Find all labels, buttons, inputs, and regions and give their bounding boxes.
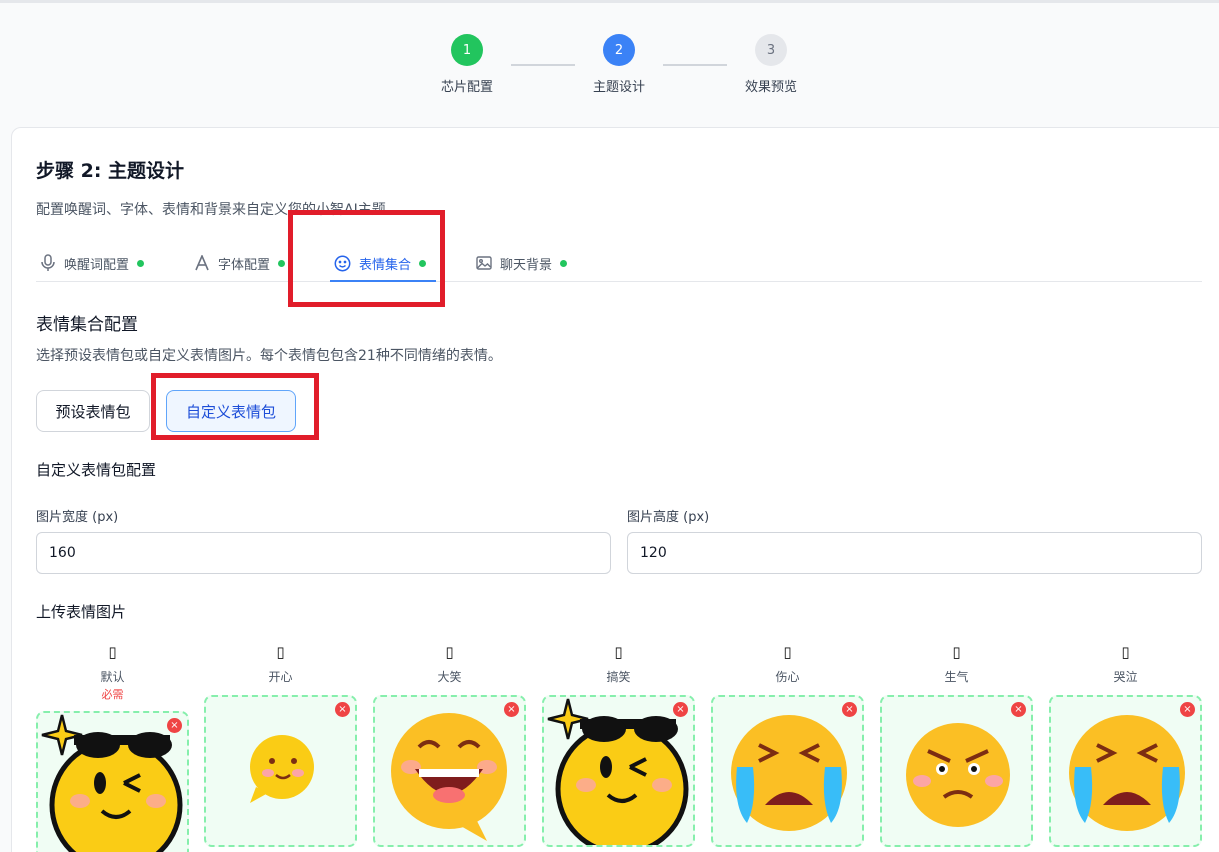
emotion-label: 默认 (100, 670, 125, 684)
custom-config-title: 自定义表情包配置 (36, 461, 157, 479)
emotion-angry: ▯ 生气 (880, 642, 1033, 685)
step-label: 主题设计 (592, 80, 645, 95)
step-number: 2 (603, 34, 635, 66)
emoji-upload-slot-laugh[interactable]: × (373, 695, 526, 847)
emotion-cry: ▯ 哭泣 (1049, 642, 1202, 685)
active-tab-indicator (330, 280, 436, 282)
emotion-glyph: ▯ (614, 643, 623, 661)
delete-image-button[interactable]: × (167, 718, 182, 733)
emoji-upload-slot-happy[interactable]: × (204, 695, 357, 847)
theme-tabs: 唤醒词配置 字体配置 表情集合 聊天背景 (36, 244, 1202, 282)
complete-status-dot (137, 259, 145, 267)
delete-image-button[interactable]: × (842, 702, 857, 717)
emotion-sad: ▯ 伤心 (711, 642, 864, 685)
page-subtitle: 配置唤醒词、字体、表情和背景来自定义您的小智AI主题 (36, 202, 386, 218)
emotion-label: 伤心 (775, 670, 800, 684)
emotion-glyph: ▯ (108, 643, 117, 661)
delete-image-button[interactable]: × (335, 702, 350, 717)
tab-wake-word[interactable]: 唤醒词配置 (40, 244, 145, 282)
emotion-label: 哭泣 (1113, 670, 1138, 684)
step-label: 效果预览 (744, 80, 797, 95)
emotion-glyph: ▯ (783, 643, 792, 661)
laughing-emoji-image (391, 713, 507, 841)
complete-status-dot (278, 259, 286, 267)
progress-stepper: 1 芯片配置 2 主题设计 3 效果预览 (0, 34, 1219, 104)
custom-emoji-pack-button[interactable]: 自定义表情包 (166, 390, 296, 432)
step-connector (663, 64, 727, 66)
tab-chat-background[interactable]: 聊天背景 (476, 244, 568, 282)
font-icon (195, 255, 209, 271)
emotion-label: 大笑 (437, 670, 462, 684)
image-height-input[interactable] (627, 532, 1202, 574)
emotion-glyph: ▯ (1121, 643, 1130, 661)
small-happy-emoji-image (250, 735, 314, 803)
emotion-glyph: ▯ (445, 643, 454, 661)
emoji-upload-slot-angry[interactable]: × (880, 695, 1033, 847)
cool-wink-emoji-image (547, 698, 689, 845)
delete-image-button[interactable]: × (1011, 702, 1026, 717)
preset-emoji-pack-button[interactable]: 预设表情包 (36, 390, 150, 432)
page-title: 步骤 2: 主题设计 (36, 160, 185, 182)
tab-emoji-set[interactable]: 表情集合 (334, 244, 427, 282)
step-number: 3 (755, 34, 787, 66)
delete-image-button[interactable]: × (504, 702, 519, 717)
smiley-icon (334, 255, 351, 271)
emotion-laugh: ▯ 大笑 (373, 642, 526, 685)
emotion-funny: ▯ 搞笑 (542, 642, 695, 685)
required-marker: 必需 (101, 688, 124, 701)
image-width-label: 图片宽度 (px) (36, 510, 119, 525)
angry-emoji-image (906, 723, 1010, 827)
microphone-icon (41, 254, 55, 271)
step-connector (511, 64, 575, 66)
step-chip-config[interactable]: 1 芯片配置 (422, 34, 512, 95)
emoji-upload-slot-sad[interactable]: × (711, 695, 864, 847)
section-description: 选择预设表情包或自定义表情图片。每个表情包包含21种不同情绪的表情。 (36, 348, 502, 364)
complete-status-dot (419, 259, 427, 267)
tab-label: 唤醒词配置 (64, 257, 130, 273)
emotion-label: 生气 (944, 670, 969, 684)
emotion-label: 开心 (268, 670, 293, 684)
emotion-default: ▯ 默认 必需 (36, 642, 189, 702)
delete-image-button[interactable]: × (1180, 702, 1195, 717)
emotion-label: 搞笑 (606, 670, 631, 684)
emoji-upload-slot-default[interactable]: × (36, 711, 189, 852)
section-title: 表情集合配置 (36, 315, 138, 335)
upload-section-title: 上传表情图片 (36, 603, 127, 621)
tab-label: 字体配置 (218, 257, 271, 273)
image-width-input[interactable] (36, 532, 611, 574)
tab-label: 表情集合 (359, 257, 412, 273)
tab-font[interactable]: 字体配置 (194, 244, 286, 282)
emotion-glyph: ▯ (952, 643, 961, 661)
emotion-glyph: ▯ (276, 643, 285, 661)
image-height-label: 图片高度 (px) (627, 510, 710, 525)
step-label: 芯片配置 (440, 80, 493, 95)
emoji-upload-slot-funny[interactable]: × (542, 695, 695, 847)
complete-status-dot (560, 259, 568, 267)
emoji-upload-slot-cry[interactable]: × (1049, 695, 1202, 847)
top-divider (0, 0, 1219, 3)
crying-emoji-image (1069, 715, 1185, 831)
image-icon (476, 256, 492, 270)
tab-label: 聊天背景 (500, 257, 553, 273)
step-preview[interactable]: 3 效果预览 (726, 34, 816, 95)
delete-image-button[interactable]: × (673, 702, 688, 717)
cool-wink-emoji-image (41, 714, 183, 852)
step-number: 1 (451, 34, 483, 66)
step-theme-design[interactable]: 2 主题设计 (574, 34, 664, 95)
emotion-happy: ▯ 开心 (204, 642, 357, 685)
crying-emoji-image (731, 715, 847, 831)
